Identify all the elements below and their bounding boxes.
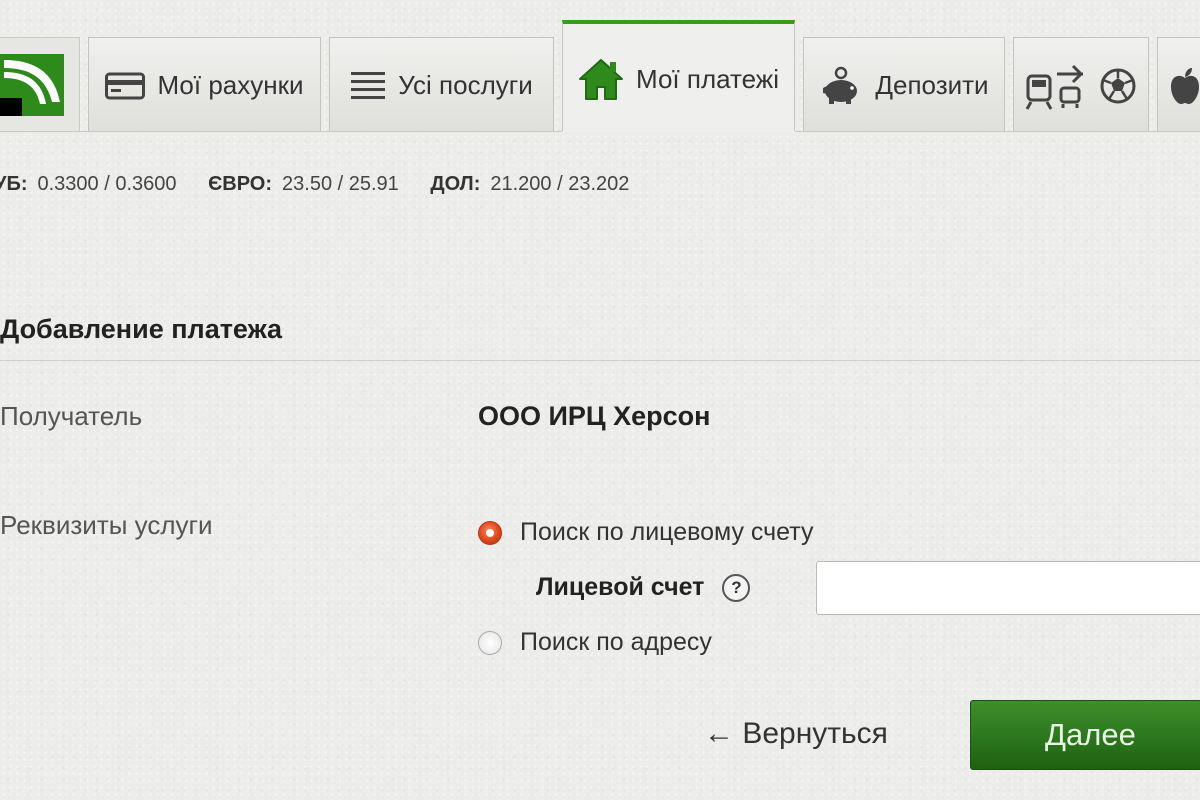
piggy-bank-icon xyxy=(819,66,863,106)
help-icon[interactable]: ? xyxy=(722,573,751,602)
account-label-text: Лицевой счет xyxy=(536,573,705,601)
rate-value: 21.200 / 23.202 xyxy=(490,173,630,195)
soccer-ball-icon xyxy=(1099,67,1137,105)
tab-label: Депозити xyxy=(875,70,989,100)
tab-label: Усі послуги xyxy=(398,70,533,100)
search-by-account-option[interactable]: Поиск по лицевому счету xyxy=(478,518,813,547)
rate-value: 23.50 / 25.91 xyxy=(282,173,399,195)
back-link[interactable]: ← Вернуться xyxy=(704,717,888,751)
search-by-address-radio[interactable] xyxy=(478,630,502,655)
tab-my-payments[interactable]: Мої платежі xyxy=(562,20,795,132)
requisites-label: Реквизиты услуги xyxy=(0,510,213,540)
card-icon xyxy=(105,71,146,101)
recipient-value: ООО ИРЦ Херсон xyxy=(478,401,711,431)
house-icon xyxy=(578,57,624,101)
tab-travel-entertainment[interactable] xyxy=(1013,37,1149,131)
rate-label: ДОЛ: xyxy=(430,173,481,195)
tab-deposits[interactable]: Депозити xyxy=(803,37,1005,131)
tab-all-services[interactable]: Усі послуги xyxy=(329,37,554,131)
tab-apple[interactable] xyxy=(1157,37,1200,131)
rate-value: 0.3300 / 0.3600 xyxy=(37,173,177,195)
exchange-rates: УБ: 0.3300 / 0.3600 ЄВРО: 23.50 / 25.91 ДО… xyxy=(0,173,655,196)
tab-label: Мої платежі xyxy=(636,63,779,94)
account-number-input[interactable] xyxy=(816,561,1200,615)
tab-my-accounts[interactable]: Мої рахунки xyxy=(88,37,321,131)
tab-label: Мої рахунки xyxy=(157,70,304,100)
search-by-account-radio[interactable] xyxy=(478,520,502,545)
page-title: Добавление платежа xyxy=(0,314,283,344)
bank-logo[interactable] xyxy=(0,37,80,131)
search-by-account-label: Поиск по лицевому счету xyxy=(520,518,814,546)
account-field-label: Лицевой счет ? xyxy=(536,573,751,602)
recipient-label: Получатель xyxy=(0,401,143,431)
apple-icon xyxy=(1168,66,1200,106)
list-icon xyxy=(350,69,386,103)
rate-label: УБ: xyxy=(0,173,28,195)
divider xyxy=(0,360,1200,361)
next-button[interactable]: Далее xyxy=(970,700,1200,770)
search-by-address-option[interactable]: Поиск по адресу xyxy=(478,628,712,657)
search-by-address-label: Поиск по адресу xyxy=(520,628,712,656)
rate-label: ЄВРО: xyxy=(208,173,273,195)
logo-icon xyxy=(0,54,64,116)
train-plane-icon xyxy=(1025,62,1085,110)
tabs-baseline xyxy=(0,131,1200,132)
